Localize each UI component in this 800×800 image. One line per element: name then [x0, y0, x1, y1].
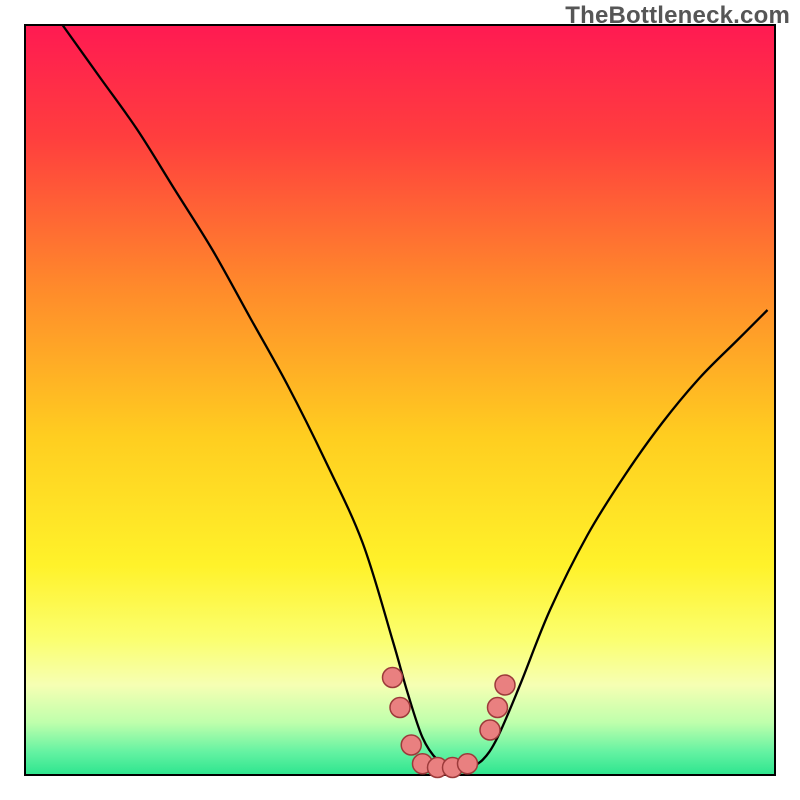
data-marker [383, 668, 403, 688]
data-marker [458, 754, 478, 774]
data-marker [401, 735, 421, 755]
data-marker [390, 698, 410, 718]
attribution-watermark: TheBottleneck.com [565, 2, 790, 30]
chart-container: { "attribution": "TheBottleneck.com", "c… [0, 0, 800, 800]
bottleneck-curve-chart [0, 0, 800, 800]
data-marker [480, 720, 500, 740]
data-marker [488, 698, 508, 718]
data-marker [495, 675, 515, 695]
